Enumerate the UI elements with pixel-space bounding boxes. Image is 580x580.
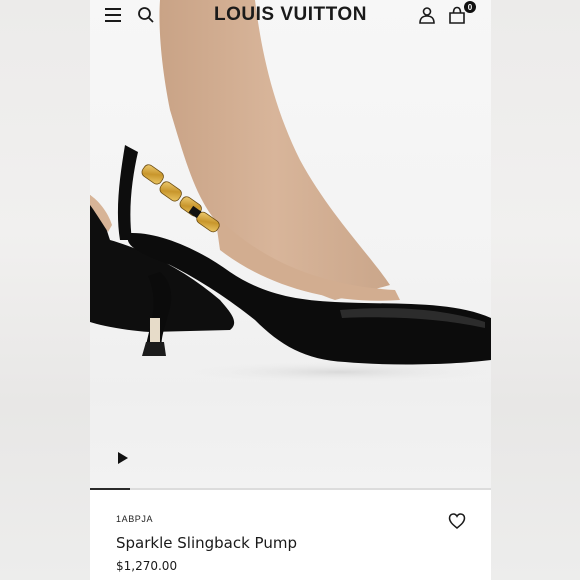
product-info: 1ABPJA Sparkle Slingback Pump $1,270.00 [90,490,491,580]
product-price: $1,270.00 [116,559,178,573]
product-image[interactable]: LOUIS VUITTON 0 [90,0,491,490]
blurred-margin-right [491,0,580,580]
product-page: LOUIS VUITTON 0 1ABPJA Sparkle Slingback… [90,0,491,580]
product-sku: 1ABPJA [116,514,154,524]
shoe-photo [90,0,491,384]
bag-count-badge: 0 [464,1,476,13]
heart-icon[interactable] [448,512,466,530]
play-icon[interactable] [117,452,129,464]
site-header: LOUIS VUITTON 0 [90,0,491,30]
product-name: Sparkle Slingback Pump [116,534,297,552]
account-icon[interactable] [418,6,436,24]
blurred-margin-left [0,0,90,580]
